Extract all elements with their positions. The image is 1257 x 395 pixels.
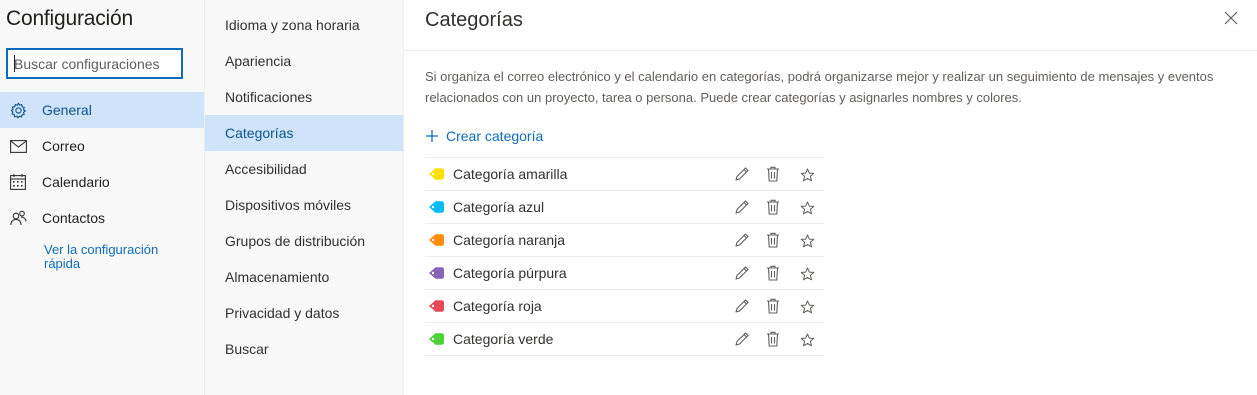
tag-icon [428,167,445,181]
tag-icon [428,266,445,280]
category-row[interactable]: Categoría verde [425,323,824,356]
sidebar-item-correo[interactable]: Correo [0,128,204,164]
subnav-item-apariencia[interactable]: Apariencia [205,43,403,79]
category-row[interactable]: Categoría amarilla [425,158,824,191]
sidebar-item-contactos[interactable]: Contactos [0,200,204,236]
category-name: Categoría naranja [453,232,566,248]
category-row[interactable]: Categoría naranja [425,224,824,257]
settings-nav: General Correo Calendario Contactos [0,92,204,236]
categories-description: Si organiza el correo electrónico y el c… [425,69,1214,105]
star-icon[interactable] [800,333,816,349]
search-settings-input[interactable] [6,48,183,79]
star-icon[interactable] [800,168,816,184]
calendar-icon [9,173,27,191]
edit-icon[interactable] [734,298,750,314]
subnav-item-almacenamiento[interactable]: Almacenamiento [205,259,403,295]
categories-panel: Categorías Si organiza el correo electró… [405,0,1257,395]
category-row[interactable]: Categoría púrpura [425,257,824,290]
create-category-label: Crear categoría [446,128,544,144]
sidebar-item-calendario[interactable]: Calendario [0,164,204,200]
header-divider [405,50,1257,51]
quick-settings-link[interactable]: Ver la configuración rápida [44,243,194,271]
delete-icon[interactable] [766,232,782,248]
subnav-item-dispositivos[interactable]: Dispositivos móviles [205,187,403,223]
star-icon[interactable] [800,201,816,217]
category-row[interactable]: Categoría azul [425,191,824,224]
edit-icon[interactable] [734,232,750,248]
edit-icon[interactable] [734,166,750,182]
edit-icon[interactable] [734,199,750,215]
category-name: Categoría azul [453,199,545,215]
sidebar-item-label: Correo [42,138,85,154]
star-icon[interactable] [800,234,816,250]
sidebar-item-general[interactable]: General [0,92,204,128]
category-name: Categoría verde [453,331,554,347]
delete-icon[interactable] [766,298,782,314]
category-name: Categoría púrpura [453,265,567,281]
settings-sidebar: Configuración General Correo Calendario [0,0,204,395]
subnav-item-grupos[interactable]: Grupos de distribución [205,223,403,259]
category-row[interactable]: Categoría roja [425,290,824,323]
edit-icon[interactable] [734,265,750,281]
gear-icon [9,101,27,119]
subnav-item-buscar[interactable]: Buscar [205,331,403,367]
tag-icon [428,332,445,346]
settings-title: Configuración [6,7,133,30]
star-icon[interactable] [800,267,816,283]
star-icon[interactable] [800,300,816,316]
sidebar-item-label: Contactos [42,210,106,226]
mail-icon [9,137,27,155]
create-category-button[interactable]: Crear categoría [425,128,543,144]
delete-icon[interactable] [766,331,782,347]
tag-icon [428,200,445,214]
subnav-item-notificaciones[interactable]: Notificaciones [205,79,403,115]
subnav-item-categorias[interactable]: Categorías [205,115,403,151]
edit-icon[interactable] [734,331,750,347]
category-list: Categoría amarilla Categoría azul Categorí… [425,157,824,356]
sidebar-item-label: Calendario [42,174,110,190]
text-cursor [14,55,15,72]
tag-icon [428,299,445,313]
subnav-item-privacidad[interactable]: Privacidad y datos [205,295,403,331]
delete-icon[interactable] [766,166,782,182]
sidebar-item-label: General [42,102,92,118]
delete-icon[interactable] [766,265,782,281]
settings-subnav: Idioma y zona horaria Apariencia Notific… [204,0,404,395]
close-icon[interactable] [1224,11,1240,27]
subnav-item-idioma[interactable]: Idioma y zona horaria [205,7,403,43]
people-icon [9,209,27,227]
tag-icon [428,233,445,247]
category-name: Categoría amarilla [453,166,568,182]
plus-icon [425,129,439,143]
category-name: Categoría roja [453,298,542,314]
subnav-item-accesibilidad[interactable]: Accesibilidad [205,151,403,187]
delete-icon[interactable] [766,199,782,215]
page-title: Categorías [425,9,523,31]
